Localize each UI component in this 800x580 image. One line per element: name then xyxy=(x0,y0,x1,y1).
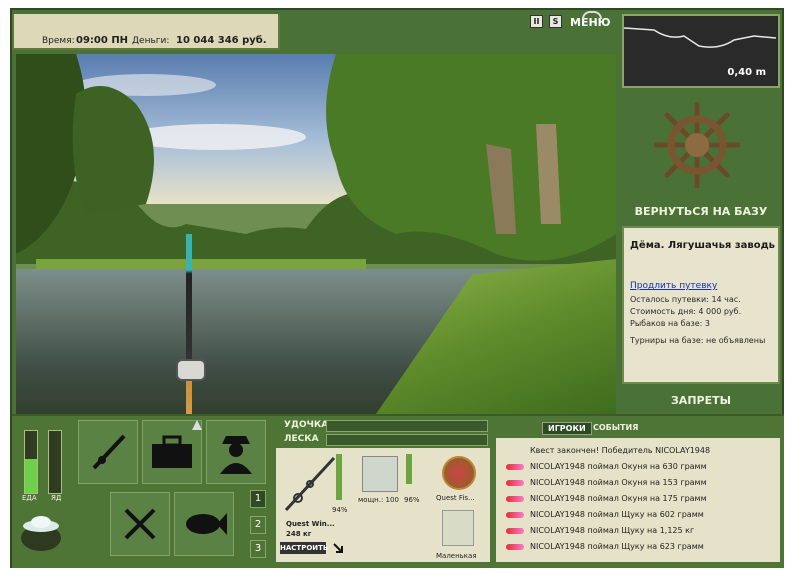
lure1-name: Quest Fis... xyxy=(436,494,475,502)
lure-icon xyxy=(506,528,524,534)
fishing-rod[interactable] xyxy=(186,234,192,414)
lure-icon xyxy=(506,496,524,502)
remaining-time: Осталось путевки: 14 час. xyxy=(630,295,741,304)
bans-button[interactable]: ЗАПРЕТЫ xyxy=(622,394,780,408)
cursor-arrow-icon xyxy=(192,420,202,430)
base-info-panel: Дёма. Лягушачья заводь Продлить путевку … xyxy=(622,226,780,384)
slot-2-button[interactable]: 2 xyxy=(250,516,266,534)
reel-slot-icon[interactable] xyxy=(362,456,398,492)
bait-icon[interactable] xyxy=(442,510,474,546)
return-to-base-button[interactable]: ВЕРНУТЬСЯ НА БАЗУ xyxy=(622,205,780,219)
menu-button[interactable]: МЕНЮ xyxy=(570,11,611,34)
extend-license-link[interactable]: Продлить путевку xyxy=(630,281,717,291)
cauldron-icon[interactable] xyxy=(18,508,64,554)
food-label: ЕДА xyxy=(22,494,37,502)
rod-name: Quest Win... xyxy=(286,520,335,528)
event-item: NICOLAY1948 поймал Окуня на 153 грамм xyxy=(530,478,707,487)
tab-events[interactable]: СОБЫТИЯ xyxy=(588,422,643,433)
money-label: Деньги: xyxy=(132,36,170,46)
poison-meter xyxy=(48,430,62,494)
lure-icon xyxy=(506,464,524,470)
event-item: NICOLAY1948 поймал Окуня на 175 грамм xyxy=(530,494,707,503)
events-list: Квест закончен! Победитель NICOLAY1948 NI… xyxy=(496,438,780,562)
poison-label: ЯД xyxy=(51,494,62,502)
fishing-scene[interactable] xyxy=(16,54,616,414)
rod-percent: 94% xyxy=(332,506,348,514)
location-title: Дёма. Лягушачья заводь xyxy=(630,240,775,251)
event-item: NICOLAY1948 поймал Щуку на 1,125 кг xyxy=(530,526,695,535)
food-meter xyxy=(24,430,38,494)
ship-wheel-icon[interactable] xyxy=(654,102,740,188)
rod-label: УДОЧКА xyxy=(284,420,329,430)
expand-icon[interactable] xyxy=(332,542,344,554)
lure-icon xyxy=(506,480,524,486)
reel-stat: мощн.: 100 xyxy=(358,496,399,504)
event-item: NICOLAY1948 поймал Окуня на 630 грамм xyxy=(530,462,707,471)
fishing-rod-icon xyxy=(92,434,126,470)
day-cost: Стоимость дня: 4 000 руб. xyxy=(630,307,742,316)
time-value: 09:00 ПН xyxy=(76,35,129,46)
lure-icon xyxy=(506,544,524,550)
fish-icon xyxy=(186,513,227,535)
event-item: NICOLAY1948 поймал Щуку на 602 грамм xyxy=(530,510,704,519)
reel-condition-bar xyxy=(406,454,412,484)
depth-graph: 0,40 m xyxy=(622,14,780,88)
events-panel: ИГРОКИ СОБЫТИЯ Квест закончен! Победител… xyxy=(496,420,780,562)
food-meter-fill xyxy=(25,458,37,493)
tackle-box-icon xyxy=(152,435,192,468)
line-label: ЛЕСКА xyxy=(284,434,319,444)
slot-3-button[interactable]: 3 xyxy=(250,540,266,558)
eat-button[interactable] xyxy=(110,492,170,556)
tab-players[interactable]: ИГРОКИ xyxy=(542,422,592,435)
angler-button[interactable] xyxy=(206,420,266,484)
pause-icon[interactable]: II xyxy=(530,15,543,28)
tournaments-status: Турниры на базе: не объявлены xyxy=(630,336,766,345)
catch-button[interactable] xyxy=(174,492,234,556)
fishers-count: Рыбаков на базе: 3 xyxy=(630,319,710,328)
event-item: NICOLAY1948 поймал Щуку на 623 грамм xyxy=(530,542,704,551)
status-bar: Время: 09:00 ПН Деньги: 10 044 346 руб. xyxy=(12,14,280,50)
lure-icon[interactable] xyxy=(442,456,476,490)
lure2-name: Маленькая xyxy=(436,552,477,560)
time-label: Время: xyxy=(42,36,75,46)
angler-icon xyxy=(220,436,252,474)
line-tension-bar xyxy=(326,434,488,446)
rods-button[interactable] xyxy=(78,420,138,484)
rod-weight: 248 кг xyxy=(286,530,312,538)
rod-condition-bar xyxy=(336,454,342,500)
depth-value: 0,40 m xyxy=(727,67,766,78)
money-value: 10 044 346 руб. xyxy=(176,35,267,46)
fork-knife-icon xyxy=(124,508,156,540)
reel-percent: 96% xyxy=(404,496,420,504)
adjust-button[interactable]: НАСТРОИТЬ xyxy=(280,542,328,554)
rod-thumbnail-icon[interactable] xyxy=(282,454,338,514)
event-item: Квест закончен! Победитель NICOLAY1948 xyxy=(530,446,711,455)
reel-icon xyxy=(176,359,206,381)
slot-1-button[interactable]: 1 xyxy=(250,490,266,508)
rod-tension-bar xyxy=(326,420,488,432)
lure-icon xyxy=(506,512,524,518)
sound-icon[interactable]: S xyxy=(549,15,562,28)
